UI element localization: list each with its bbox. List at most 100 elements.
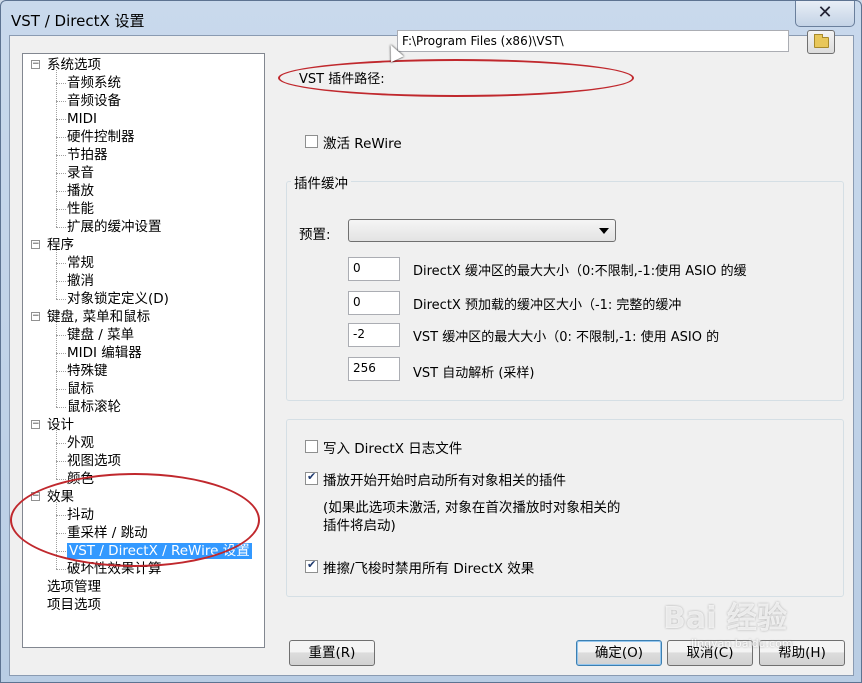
tree-connector [56,155,66,156]
tree-item[interactable]: 硬件控制器 [67,128,135,146]
tree-item[interactable]: 程序 [47,236,74,254]
tree-connector [56,443,66,444]
tree-item-label: 项目选项 [47,597,101,613]
tree-connector [56,209,66,210]
tree-item-label: 节拍器 [67,147,108,163]
tree-item[interactable]: 音频系统 [67,74,121,92]
tree-connector [56,461,66,462]
tree-item-label: 鼠标滚轮 [67,399,121,415]
tree-item[interactable]: 常规 [67,254,94,272]
chevron-down-icon [599,228,609,234]
reset-button[interactable]: 重置(R) [289,640,375,666]
tree-item[interactable]: MIDI 编辑器 [67,344,142,362]
options-tree[interactable]: 系统选项 − 音频系统 音频设备 MIDI 硬件控制器 节拍器 录音 播放 性能 扩展的缓冲设置 程序… [22,53,265,648]
tree-item[interactable]: 播放 [67,182,94,200]
collapse-icon[interactable]: − [31,312,40,321]
tree-item-label: 音频设备 [67,93,121,109]
tree-item[interactable]: 外观 [67,434,94,452]
tree-connector [56,299,66,300]
tree-item[interactable]: 效果 [47,488,74,506]
rewire-checkbox[interactable] [305,135,318,148]
vst-path-input[interactable]: F:\Program Files (x86)\VST\ [397,30,789,52]
tree-item-label: 选项管理 [47,579,101,595]
tree-connector [56,502,57,569]
dx-preload-buffer-input[interactable]: 0 [348,291,400,315]
collapse-icon[interactable]: − [31,492,40,501]
browse-folder-button[interactable] [807,30,835,54]
tree-connector [56,430,57,479]
collapse-icon[interactable]: − [31,420,40,429]
tree-item-label: 破坏性效果计算 [67,561,162,577]
dx-log-checkbox[interactable] [305,440,318,453]
start-plugins-checkbox[interactable] [305,470,318,485]
tree-connector [56,281,66,282]
tree-item-label: 程序 [47,237,74,253]
tree-item[interactable]: 设计 [47,416,74,434]
dx-max-buffer-input[interactable]: 0 [348,257,400,281]
tree-item[interactable]: 键盘, 菜单和鼠标 [47,308,150,326]
tree-item-label: 撤消 [67,273,94,289]
tree-item-label: 设计 [47,417,74,433]
tree-item-label: 硬件控制器 [67,129,135,145]
close-icon: ✕ [817,2,833,23]
tree-item[interactable]: 项目选项 [47,596,101,614]
tree-connector [56,407,66,408]
tree-connector [56,515,66,516]
tree-connector [56,389,66,390]
tree-connector [56,551,66,552]
tree-item-label: 抖动 [67,507,94,523]
tree-item[interactable]: 视图选项 [67,452,121,470]
disable-scrub-checkbox[interactable] [305,558,318,573]
tree-connector [56,479,66,480]
tree-item[interactable]: 鼠标滚轮 [67,398,121,416]
tree-item[interactable]: 抖动 [67,506,94,524]
tree-item-label: 特殊键 [67,363,108,379]
tree-connector [56,227,66,228]
tree-connector [56,371,66,372]
tree-item-label: 播放 [67,183,94,199]
tree-item-label: 效果 [47,489,74,505]
tree-item-label: 常规 [67,255,94,271]
tree-item[interactable]: 键盘 / 菜单 [67,326,134,344]
window-title: VST / DirectX 设置 [11,12,145,30]
tree-connector [56,353,66,354]
tree-item[interactable]: 音频设备 [67,92,121,110]
close-button[interactable]: ✕ [795,1,855,27]
tree-connector [56,250,57,299]
vst-auto-resolution-input[interactable]: 256 [348,357,400,381]
collapse-icon[interactable]: − [31,240,40,249]
vst-max-buffer-input[interactable]: -2 [348,323,400,347]
tree-item[interactable]: 撤消 [67,272,94,290]
tree-item[interactable]: 颜色 [67,470,94,488]
dx-preload-buffer-desc: DirectX 预加载的缓冲区大小（-1: 完整的缓冲 [413,298,682,313]
ok-button[interactable]: 确定(O) [576,640,662,666]
tree-item[interactable]: 鼠标 [67,380,94,398]
tree-item-label: MIDI 编辑器 [67,345,142,361]
tree-item-label: MIDI [67,111,98,127]
collapse-icon[interactable]: − [31,60,40,69]
tree-item-label: 录音 [67,165,94,181]
baidu-watermark-url: jingyan.baidu.com [691,637,793,650]
tree-item[interactable]: 对象锁定定义(D) [67,290,169,308]
tree-item-label: 扩展的缓冲设置 [67,219,162,235]
tree-item[interactable]: 扩展的缓冲设置 [67,218,162,236]
tree-item[interactable]: 录音 [67,164,94,182]
tree-item-label: VST / DirectX / ReWire 设置 [67,543,252,559]
tree-item[interactable]: 破坏性效果计算 [67,560,162,578]
tree-item[interactable]: 节拍器 [67,146,108,164]
plugin-buffer-title: 插件缓冲 [291,172,351,192]
tree-connector [56,70,57,227]
tree-item[interactable]: MIDI [67,110,97,128]
tree-item[interactable]: 重采样 / 跳动 [67,524,148,542]
tree-item[interactable]: 选项管理 [47,578,101,596]
start-plugins-note: (如果此选项未激活, 对象在首次播放时对象相关的 插件将启动) [323,500,621,534]
dialog-window: VST / DirectX 设置 ✕ 系统选项 − 音频系统 音频设备 MIDI 硬件控制… [0,0,862,683]
preset-dropdown[interactable] [348,219,616,242]
tree-item[interactable]: 性能 [67,200,94,218]
tree-connector [56,119,66,120]
dx-log-label: 写入 DirectX 日志文件 [323,441,463,457]
tree-item-label: 颜色 [67,471,94,487]
tree-item[interactable]: 特殊键 [67,362,108,380]
tree-connector [56,533,66,534]
tree-item[interactable]: VST / DirectX / ReWire 设置 [67,542,252,560]
